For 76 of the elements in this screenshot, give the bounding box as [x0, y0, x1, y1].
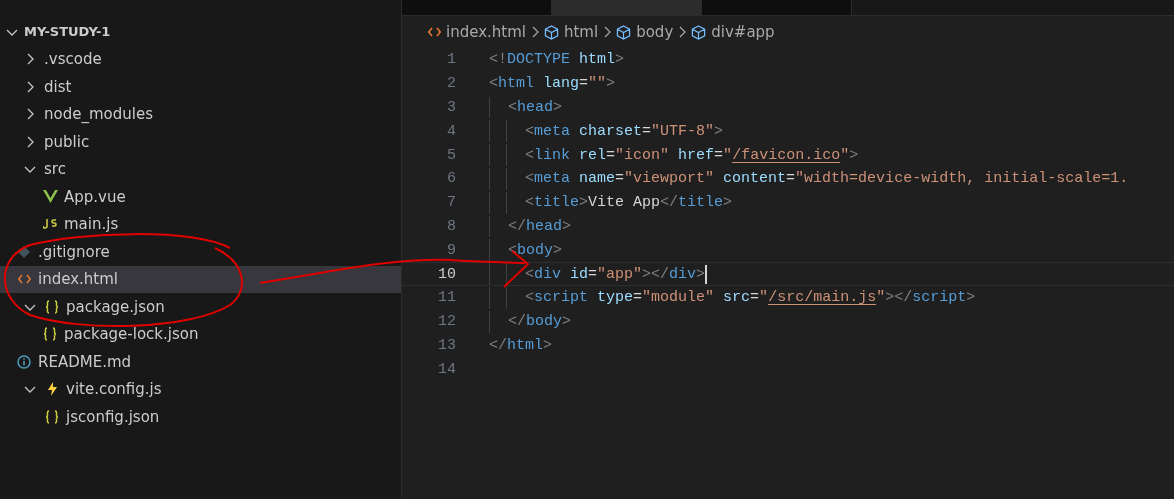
line-number: 2 — [446, 75, 456, 93]
line-number: 11 — [437, 289, 456, 307]
code-brackets-icon — [428, 27, 441, 37]
line-number: 10 — [437, 265, 456, 283]
tree-row[interactable]: public — [0, 128, 401, 156]
code-line: <meta name="viewport" content="width=device-width, initial-scale=1. — [525, 170, 1129, 188]
tree-row[interactable]: vite.config.js — [0, 375, 401, 403]
vue-icon — [42, 190, 58, 204]
code-line: <!DOCTYPE html> — [489, 51, 625, 69]
code-line: <meta charset="UTF-8"> — [525, 122, 724, 140]
file-name: README.md — [38, 352, 132, 371]
breadcrumb-item[interactable]: div#app — [711, 23, 775, 41]
code-line: </head> — [508, 217, 572, 235]
tree-row[interactable]: node_modules — [0, 100, 401, 128]
code-line: <link rel="icon" href="/favicon.ico"> — [525, 146, 859, 164]
tree-row[interactable]: README.md — [0, 348, 401, 376]
file-name: src — [44, 160, 66, 179]
js-icon — [42, 219, 58, 230]
tree-row[interactable]: jsconfig.json — [0, 403, 401, 431]
tree-row[interactable]: main.js — [0, 210, 401, 238]
line-number: 5 — [446, 146, 456, 164]
file-name: jsconfig.json — [66, 407, 160, 426]
file-name: .vscode — [44, 50, 102, 69]
chevron-right-icon — [603, 26, 612, 38]
tree-row[interactable]: package.json — [0, 293, 401, 321]
cube-icon — [691, 24, 707, 40]
cube-icon — [616, 24, 632, 40]
file-name: package-lock.json — [64, 325, 199, 344]
code-line: <div id="app"></div> — [525, 265, 706, 283]
file-name: dist — [44, 77, 72, 96]
breadcrumb-item[interactable]: body — [636, 23, 674, 41]
chevron-right-icon — [678, 26, 687, 38]
tree-row[interactable]: package-lock.json — [0, 320, 401, 348]
breadcrumb-item[interactable]: index.html — [446, 23, 526, 41]
line-number: 8 — [446, 217, 456, 235]
file-name: main.js — [64, 215, 119, 234]
file-name: vite.config.js — [66, 380, 162, 399]
file-name: App.vue — [64, 187, 126, 206]
braces-icon — [45, 299, 59, 314]
text-cursor — [705, 264, 708, 284]
tree-row[interactable]: App.vue — [0, 183, 401, 211]
code-line: <title>Vite App</title> — [525, 194, 733, 212]
line-number: 12 — [437, 313, 456, 331]
line-number: 9 — [446, 241, 456, 259]
code-line: <html lang=""> — [489, 75, 616, 93]
info-icon — [17, 354, 31, 369]
lightning-icon — [47, 382, 57, 397]
code-line: </html> — [489, 336, 553, 354]
line-number: 3 — [446, 99, 456, 116]
braces-icon — [43, 327, 57, 342]
line-number: 1 — [446, 51, 456, 69]
tree-row[interactable]: src — [0, 155, 401, 183]
cube-icon — [544, 24, 559, 40]
file-name: .gitignore — [38, 242, 110, 261]
line-number: 13 — [437, 336, 456, 354]
tree-row[interactable]: .vscode — [0, 45, 401, 73]
line-number: 4 — [446, 122, 456, 140]
code-line: </body> — [508, 313, 572, 331]
line-number: 6 — [446, 170, 456, 188]
chevron-right-icon — [531, 26, 539, 38]
explorer-header[interactable]: MY-STUDY-1 — [0, 18, 401, 46]
line-number: 14 — [437, 360, 456, 378]
braces-icon — [45, 409, 59, 424]
file-name: package.json — [66, 297, 165, 316]
line-number: 7 — [446, 194, 456, 212]
git-icon — [18, 245, 30, 258]
code-line: <head> — [508, 99, 563, 116]
code-brackets-icon — [17, 274, 31, 285]
tree-row[interactable]: .gitignore — [0, 238, 401, 266]
tree-row[interactable]: index.html — [0, 265, 401, 293]
file-name: public — [44, 132, 90, 151]
file-name: index.html — [38, 270, 118, 289]
tree-row[interactable]: dist — [0, 73, 401, 101]
breadcrumb-item[interactable]: html — [564, 23, 599, 41]
file-name: node_modules — [44, 105, 153, 124]
code-line: <script type="module" src="/src/main.js"></script> — [525, 289, 976, 307]
